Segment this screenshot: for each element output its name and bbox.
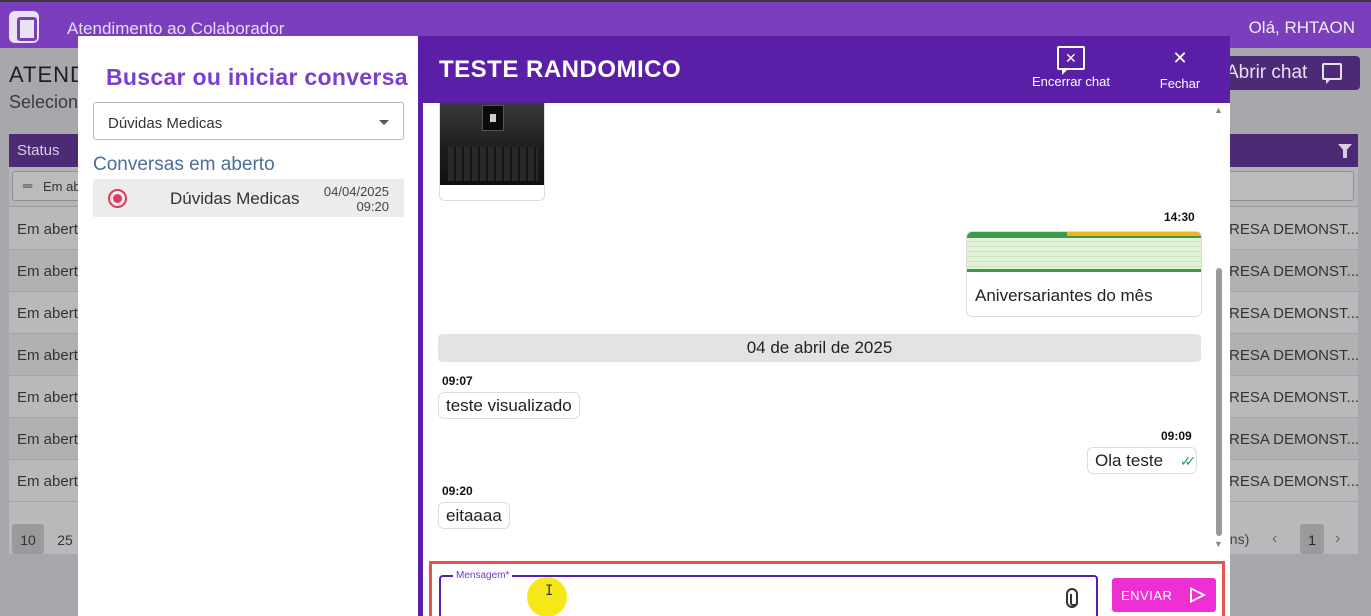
scrollbar-thumb[interactable] — [1216, 268, 1222, 536]
page-subheading: Selecion — [9, 92, 79, 112]
double-check-icon: ✓✓ — [1179, 453, 1197, 469]
prev-page-icon[interactable]: ‹ — [1272, 530, 1277, 548]
open-chat-label: Abrir chat — [1226, 62, 1308, 83]
conversation-timestamp: 04/04/2025 09:20 — [324, 184, 389, 214]
row-status: Em aberto — [17, 305, 87, 322]
message-time: 09:20 — [442, 484, 473, 498]
topic-select[interactable]: Dúvidas Medicas — [93, 102, 404, 140]
conversation-name: Dúvidas Medicas — [170, 189, 300, 208]
message-text: eitaaaa — [446, 506, 502, 525]
row-status: Em aberto — [17, 221, 87, 238]
current-page-button[interactable]: 1 — [1300, 524, 1324, 554]
date-separator: 04 de abril de 2025 — [438, 334, 1201, 362]
messages-scrollbar[interactable]: ▲ ▼ — [1214, 105, 1224, 549]
paperclip-icon[interactable] — [1066, 588, 1078, 608]
spreadsheet-thumbnail[interactable] — [967, 232, 1201, 272]
conversation-sidebar: Buscar ou iniciar conversa Dúvidas Medic… — [78, 36, 418, 616]
topic-select-value: Dúvidas Medicas — [108, 115, 223, 132]
column-header-status[interactable]: Status — [17, 142, 60, 159]
status-filter-value: Em ab — [43, 179, 81, 194]
equals-icon: ═ — [23, 178, 33, 193]
page-heading: ATEND — [9, 62, 87, 87]
row-company: RESA DEMONST... — [1229, 431, 1360, 448]
close-icon: ✕ — [1172, 48, 1188, 68]
page-size-25[interactable]: 25 — [49, 524, 81, 554]
open-chat-button[interactable]: Abrir chat — [1218, 56, 1360, 90]
message-text: teste visualizado — [446, 396, 572, 415]
chat-pane: TESTE RANDOMICO Encerrar chat ✕ Fechar 1… — [418, 36, 1230, 616]
incoming-message: eitaaaa — [438, 502, 510, 529]
close-label: Fechar — [1159, 76, 1201, 91]
photo-attachment[interactable] — [440, 103, 544, 185]
end-chat-icon — [1057, 46, 1085, 75]
row-status: Em aberto — [17, 431, 87, 448]
outgoing-message: Ola teste ✓✓ — [1087, 447, 1198, 474]
row-company: RESA DEMONST... — [1229, 305, 1360, 322]
send-icon — [1190, 587, 1206, 603]
message-input-label: Mensagem* — [453, 570, 513, 581]
message-input[interactable]: Mensagem* I — [439, 570, 1098, 616]
text-cursor-icon: I — [545, 583, 554, 599]
message-list: 14:30 Aniversariantes do mês 04 de abril… — [423, 103, 1230, 559]
row-company: RESA DEMONST... — [1229, 389, 1360, 406]
chat-header: TESTE RANDOMICO Encerrar chat ✕ Fechar — [423, 36, 1230, 103]
message-composer: Mensagem* I ENVIAR — [429, 561, 1225, 616]
row-status: Em aberto — [17, 347, 87, 364]
scroll-down-icon[interactable]: ▼ — [1214, 539, 1223, 549]
close-button[interactable]: ✕ Fechar — [1153, 46, 1207, 91]
filter-icon[interactable] — [1338, 144, 1352, 158]
search-title: Buscar ou iniciar conversa — [106, 64, 408, 90]
sheet-header-highlight — [1067, 232, 1201, 236]
open-conversations-label: Conversas em aberto — [93, 154, 275, 175]
row-company: RESA DEMONST... — [1229, 473, 1360, 490]
conversation-time: 09:20 — [356, 199, 389, 214]
next-page-icon[interactable]: › — [1335, 530, 1340, 548]
send-label: ENVIAR — [1121, 588, 1173, 603]
user-greeting[interactable]: Olá, RHTAON — [1249, 18, 1355, 38]
scroll-up-icon[interactable]: ▲ — [1214, 105, 1223, 115]
message-time: 09:07 — [442, 374, 473, 388]
chevron-down-icon — [379, 120, 389, 125]
app-logo-icon[interactable] — [9, 11, 39, 43]
chat-bubble-icon — [1322, 63, 1342, 84]
conversation-item[interactable]: Dúvidas Medicas 04/04/2025 09:20 — [93, 179, 404, 217]
end-chat-label: Encerrar chat — [1031, 74, 1111, 89]
radio-selected-icon — [108, 189, 127, 208]
row-status: Em aberto — [17, 473, 87, 490]
row-company: RESA DEMONST... — [1229, 221, 1360, 238]
conversation-date: 04/04/2025 — [323, 184, 389, 199]
row-company: RESA DEMONST... — [1229, 347, 1360, 364]
page-size-10[interactable]: 10 — [12, 524, 44, 554]
message-time: 09:09 — [1161, 429, 1192, 443]
photo-monitor-shape — [482, 105, 504, 131]
end-chat-button[interactable]: Encerrar chat — [1023, 46, 1119, 89]
row-status: Em aberto — [17, 389, 87, 406]
message-text: Ola teste — [1095, 451, 1164, 470]
send-button[interactable]: ENVIAR — [1112, 578, 1216, 612]
sheet-footer-band — [967, 269, 1201, 272]
spreadsheet-message[interactable]: Aniversariantes do mês — [966, 231, 1202, 317]
image-message[interactable] — [439, 103, 545, 201]
attachment-caption: Aniversariantes do mês — [975, 286, 1153, 305]
chat-title: TESTE RANDOMICO — [439, 56, 682, 83]
photo-keyboard-shape — [448, 147, 538, 181]
row-company: RESA DEMONST... — [1229, 263, 1360, 280]
message-time: 14:30 — [1164, 210, 1195, 224]
row-status: Em aberto — [17, 263, 87, 280]
chat-modal: Buscar ou iniciar conversa Dúvidas Medic… — [78, 36, 1230, 616]
incoming-message: teste visualizado — [438, 392, 580, 419]
